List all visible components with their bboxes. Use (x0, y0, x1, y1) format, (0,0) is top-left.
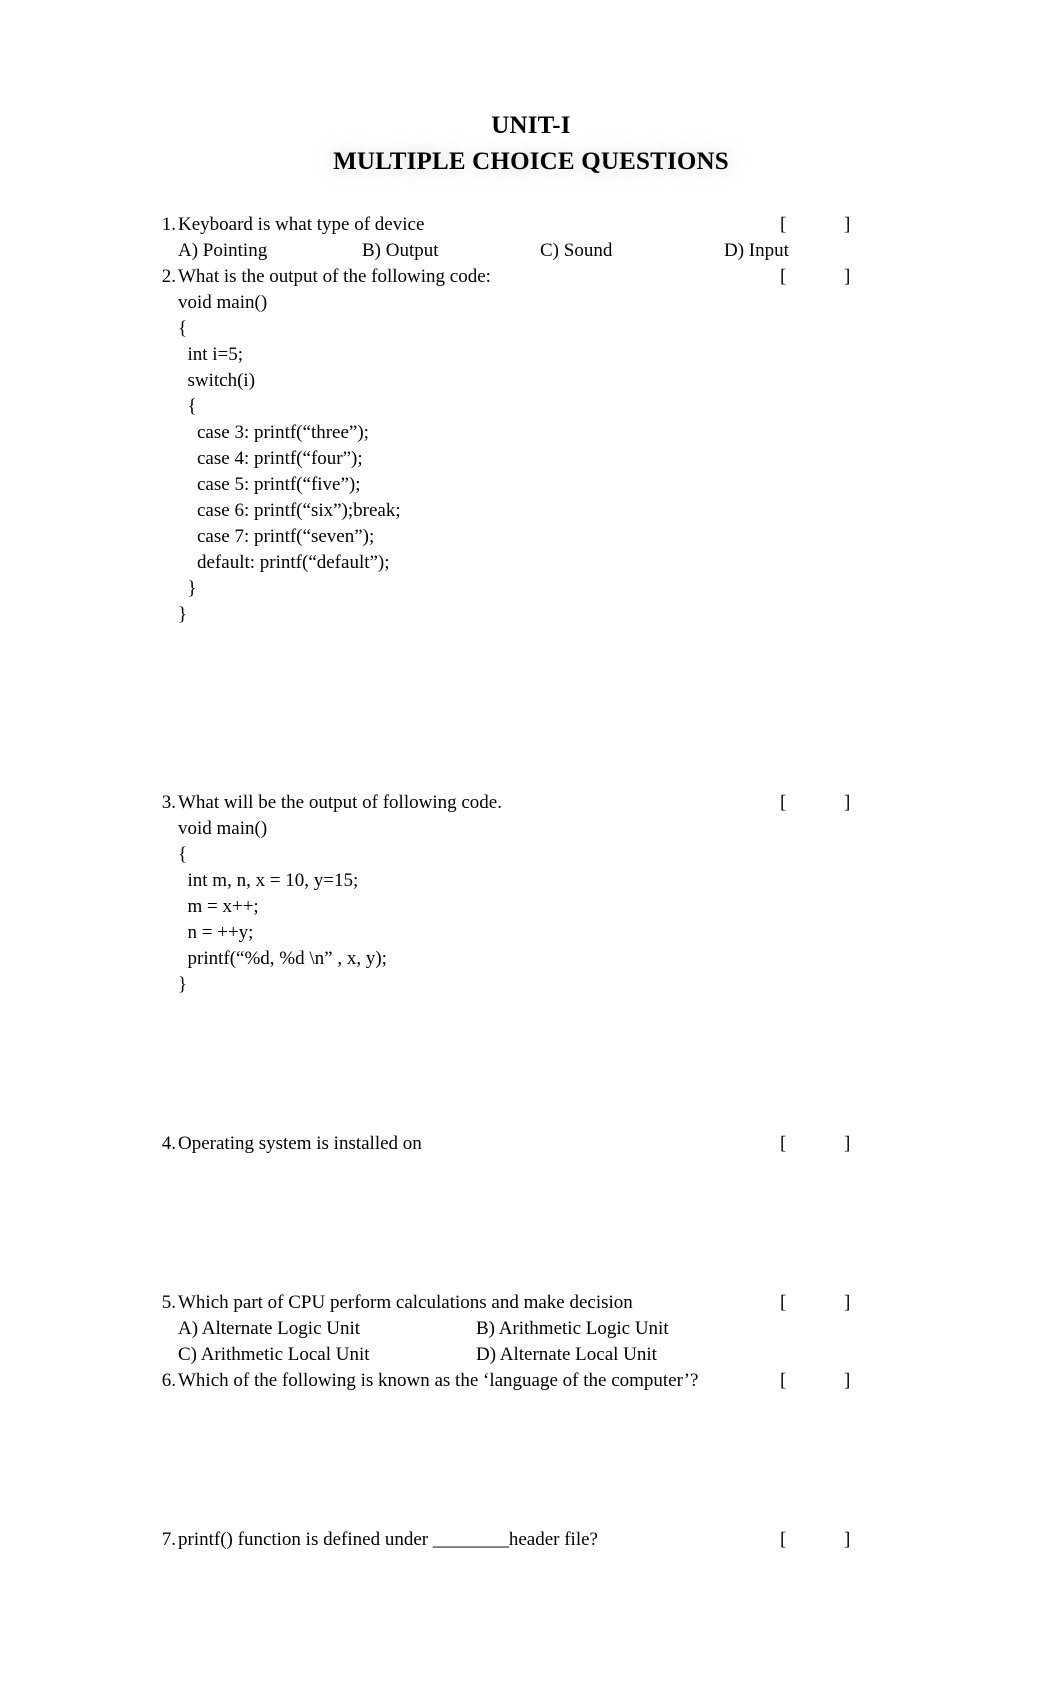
question-number: 1. (161, 214, 176, 235)
question-item-5: 5. Which part of CPU perform calculation… (146, 1290, 916, 1368)
blank-answer-space (146, 998, 147, 1131)
code-line: } (178, 604, 188, 625)
answer-bracket-open[interactable]: [ (780, 1368, 786, 1394)
answer-bracket-close[interactable]: ] (844, 1368, 850, 1394)
code-line: printf(“%d, %d \n” , x, y); (178, 948, 387, 969)
code-line: void main() (178, 292, 268, 313)
question-item-1: 1. Keyboard is what type of device [ ] A… (146, 212, 916, 264)
option-c[interactable]: C) Arithmetic Local Unit (178, 1342, 370, 1368)
code-line: int m, n, x = 10, y=15; (178, 870, 359, 891)
answer-bracket-close[interactable]: ] (844, 1131, 850, 1157)
code-line: void main() (178, 818, 268, 839)
question-text: Which part of CPU perform calculations a… (178, 1292, 633, 1313)
answer-bracket-open[interactable]: [ (780, 212, 786, 238)
question-text: What will be the output of following cod… (178, 792, 502, 813)
code-line: m = x++; (178, 896, 259, 917)
question-number: 5. (161, 1292, 176, 1313)
question-text: printf() function is defined under _____… (178, 1529, 598, 1550)
option-d[interactable]: D) Input (724, 238, 789, 264)
answer-bracket-open[interactable]: [ (780, 1527, 786, 1553)
answer-bracket-open[interactable]: [ (780, 1290, 786, 1316)
question-item-4: 4. Operating system is installed on [ ] (146, 1131, 916, 1157)
option-c[interactable]: C) Sound (540, 238, 612, 264)
question-heading: 5. Which part of CPU perform calculation… (146, 1290, 916, 1316)
blank-answer-space (146, 1394, 147, 1527)
answer-bracket-close[interactable]: ] (844, 1290, 850, 1316)
question-heading: 1. Keyboard is what type of device [ ] (146, 212, 916, 238)
blank-answer-space (146, 1157, 147, 1290)
question-heading: 6. Which of the following is known as th… (146, 1368, 916, 1394)
option-b[interactable]: B) Output (362, 238, 439, 264)
question-number: 4. (161, 1133, 176, 1154)
answer-bracket-open[interactable]: [ (780, 264, 786, 290)
question-heading: 3. What will be the output of following … (146, 790, 916, 816)
code-line: case 4: printf(“four”); (178, 448, 363, 469)
document-page: UNIT-I MULTIPLE CHOICE QUESTIONS 1. Keyb… (0, 0, 1062, 1686)
code-line: { (178, 396, 197, 417)
question-item-2: 2. What is the output of the following c… (146, 264, 916, 628)
document-header: UNIT-I MULTIPLE CHOICE QUESTIONS (0, 108, 1062, 180)
page-title: UNIT-I (491, 112, 571, 139)
code-block: void main() { int i=5; switch(i) { case … (146, 290, 916, 628)
option-a[interactable]: A) Pointing (178, 238, 267, 264)
code-line: switch(i) (178, 370, 256, 391)
question-text: Keyboard is what type of device (178, 214, 425, 235)
question-number: 3. (161, 792, 176, 813)
option-a[interactable]: A) Alternate Logic Unit (178, 1316, 360, 1342)
answer-bracket-close[interactable]: ] (844, 212, 850, 238)
option-d[interactable]: D) Alternate Local Unit (476, 1342, 657, 1368)
answer-bracket-open[interactable]: [ (780, 1131, 786, 1157)
code-line: case 6: printf(“six”);break; (178, 500, 401, 521)
answer-bracket-close[interactable]: ] (844, 264, 850, 290)
questions-list: 1. Keyboard is what type of device [ ] A… (146, 212, 916, 1553)
answer-bracket-close[interactable]: ] (844, 1527, 850, 1553)
answer-bracket-close[interactable]: ] (844, 790, 850, 816)
option-row: A) Alternate Logic Unit B) Arithmetic Lo… (146, 1316, 916, 1342)
option-b[interactable]: B) Arithmetic Logic Unit (476, 1316, 669, 1342)
question-number: 6. (161, 1370, 176, 1391)
code-block: void main() { int m, n, x = 10, y=15; m … (146, 816, 916, 998)
page-subtitle: MULTIPLE CHOICE QUESTIONS (333, 148, 729, 175)
question-heading: 7. printf() function is defined under __… (146, 1527, 916, 1553)
code-line: default: printf(“default”); (178, 552, 390, 573)
code-line: n = ++y; (178, 922, 254, 943)
question-item-6: 6. Which of the following is known as th… (146, 1368, 916, 1394)
option-row: C) Arithmetic Local Unit D) Alternate Lo… (146, 1342, 916, 1368)
question-heading: 4. Operating system is installed on [ ] (146, 1131, 916, 1157)
question-number: 2. (161, 266, 176, 287)
blank-answer-space (146, 628, 147, 790)
question-item-3: 3. What will be the output of following … (146, 790, 916, 998)
code-line: case 3: printf(“three”); (178, 422, 369, 443)
code-line: { (178, 844, 188, 865)
code-line: int i=5; (178, 344, 244, 365)
code-line: } (178, 974, 188, 995)
question-text: Which of the following is known as the ‘… (178, 1370, 699, 1391)
question-number: 7. (161, 1529, 176, 1550)
code-line: case 5: printf(“five”); (178, 474, 361, 495)
question-item-7: 7. printf() function is defined under __… (146, 1527, 916, 1553)
code-line: case 7: printf(“seven”); (178, 526, 375, 547)
question-text: Operating system is installed on (178, 1133, 422, 1154)
question-heading: 2. What is the output of the following c… (146, 264, 916, 290)
code-line: { (178, 318, 188, 339)
option-row: A) Pointing B) Output C) Sound D) Input (146, 238, 916, 264)
question-text: What is the output of the following code… (178, 266, 491, 287)
answer-bracket-open[interactable]: [ (780, 790, 786, 816)
code-line: } (178, 578, 197, 599)
